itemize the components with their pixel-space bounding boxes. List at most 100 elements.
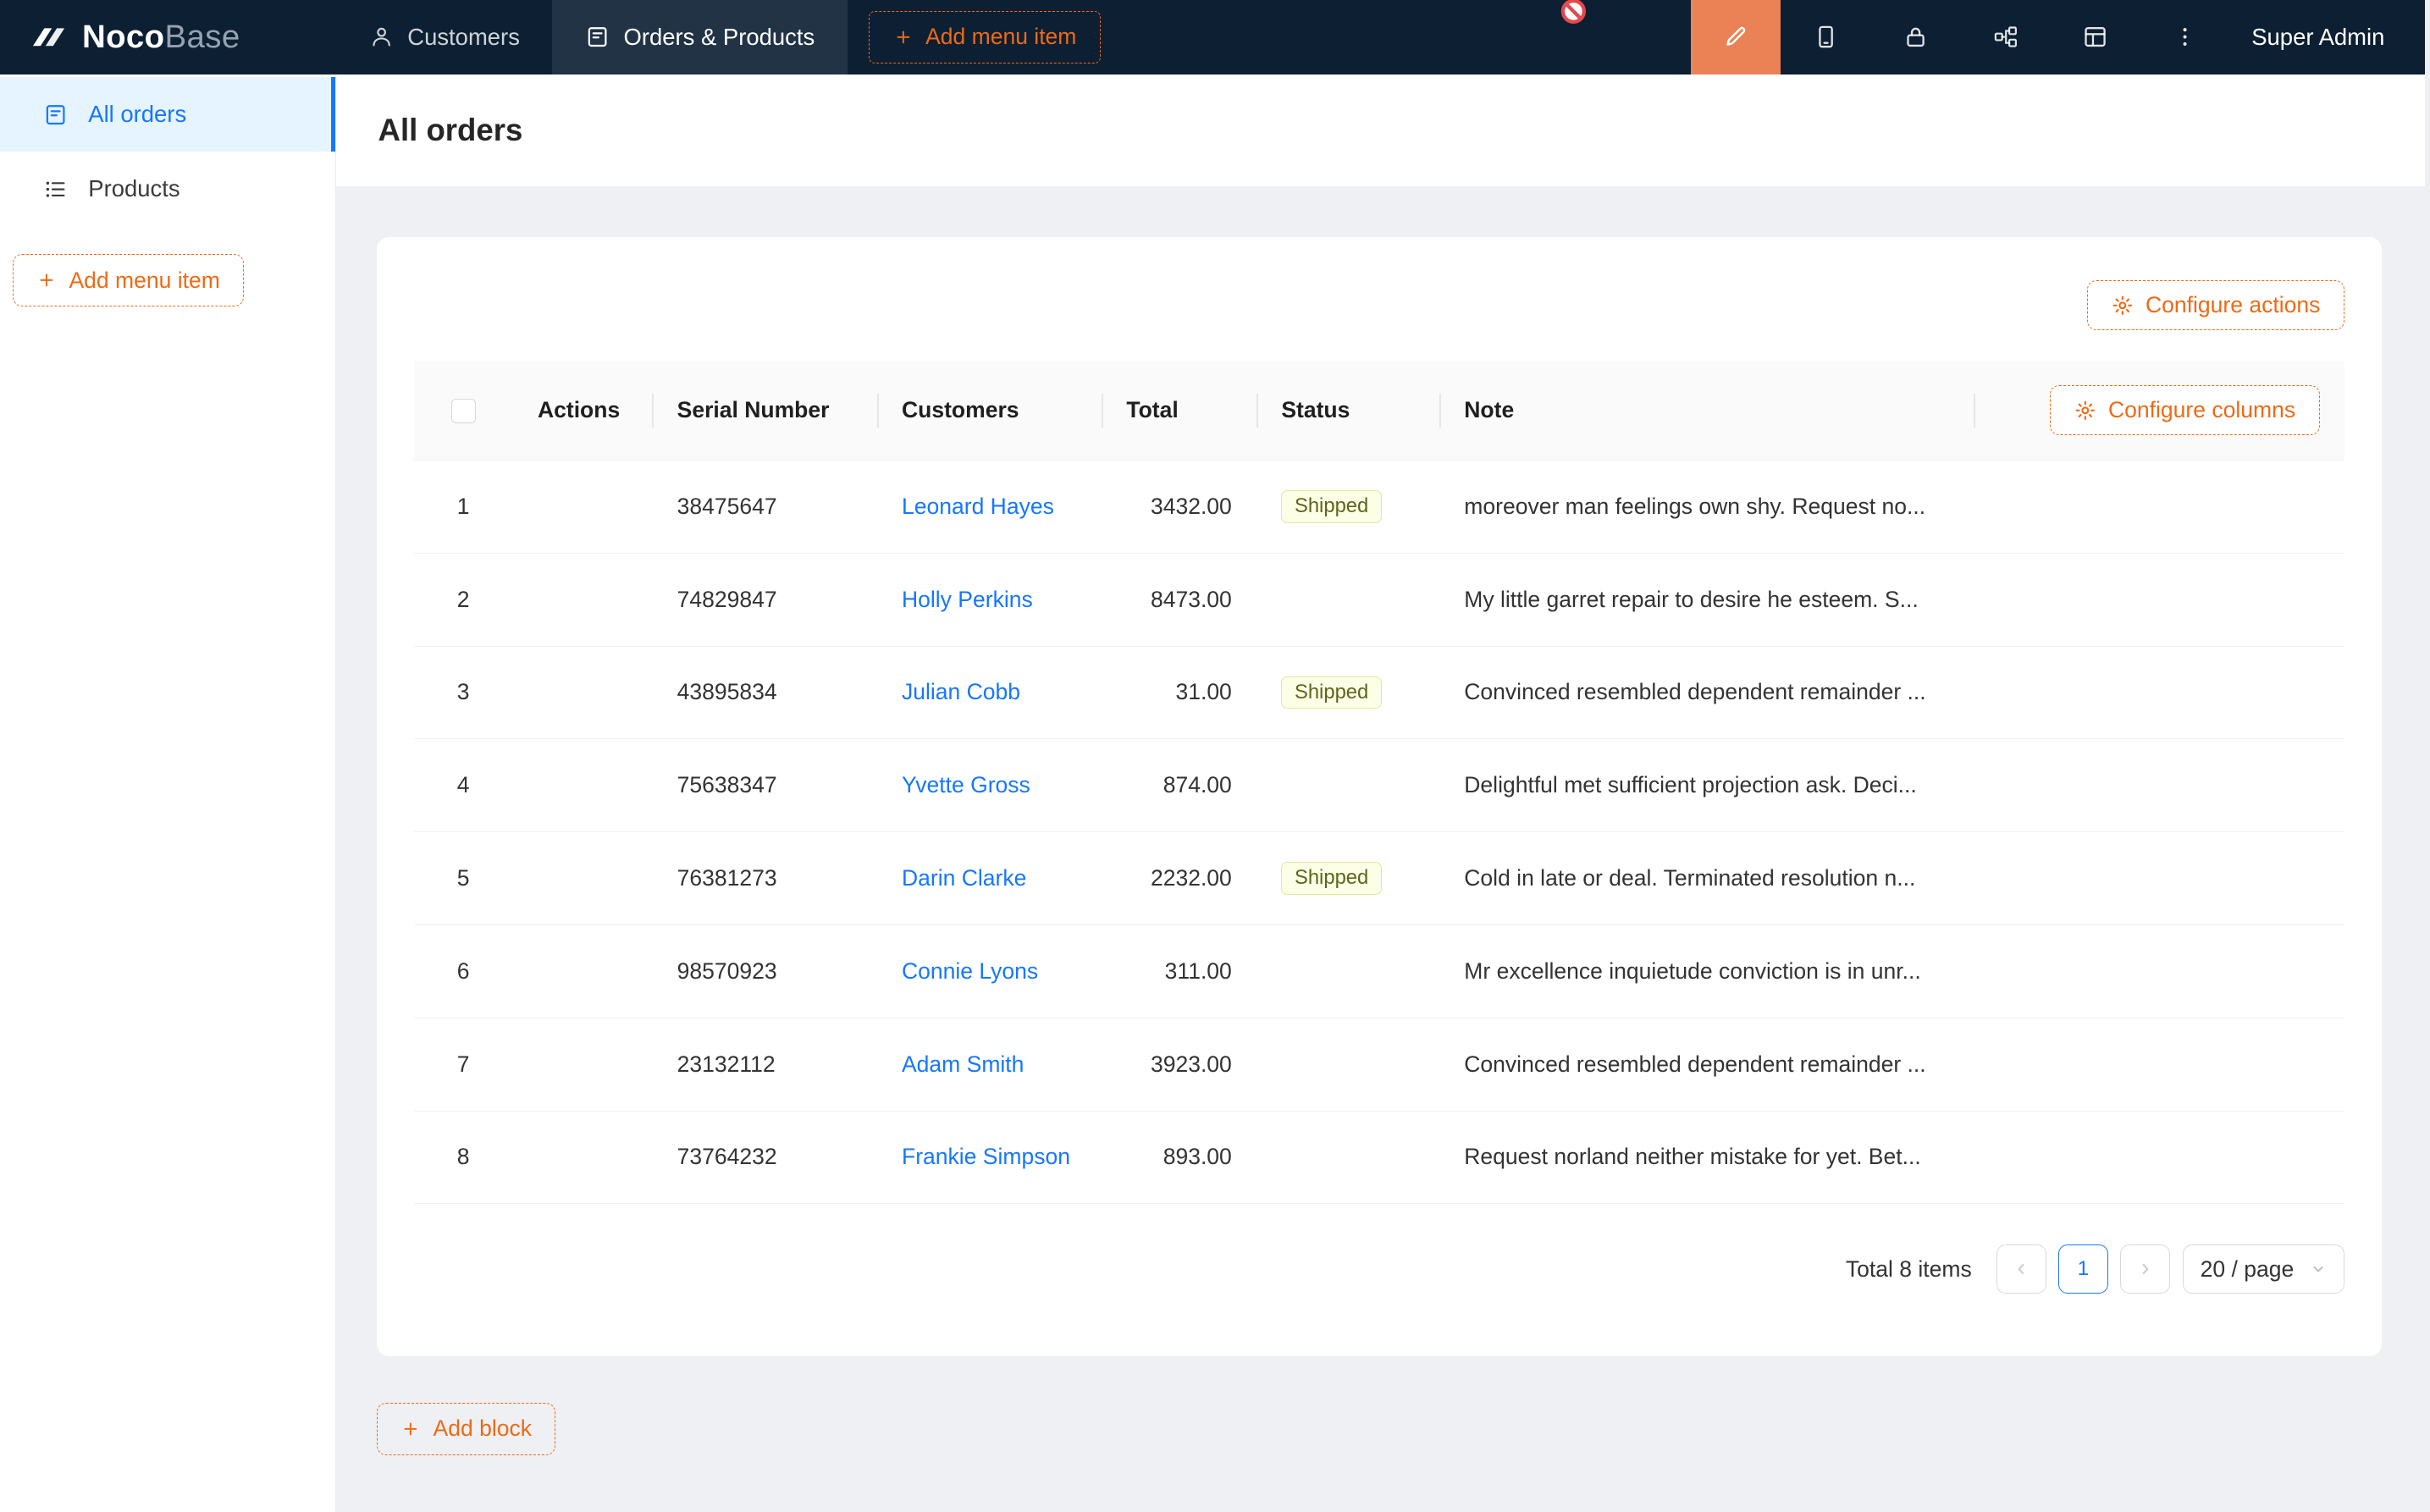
plus-icon <box>893 27 914 47</box>
mobile-icon-button[interactable] <box>1781 0 1870 74</box>
page-header: All orders <box>336 74 2425 186</box>
row-index: 5 <box>414 832 513 925</box>
customer-link[interactable]: Yvette Gross <box>902 772 1030 797</box>
actions-cell <box>513 739 653 832</box>
row-index: 4 <box>414 739 513 832</box>
column-header-note: Note <box>1439 361 1974 460</box>
table-row: 8 73764232 Frankie Simpson 893.00 Reques… <box>414 1111 2344 1204</box>
total-cell: 311.00 <box>1102 924 1256 1018</box>
lock-icon-button[interactable] <box>1870 0 1960 74</box>
row-index: 7 <box>414 1018 513 1111</box>
header-actions: Super Admin <box>1691 0 2425 74</box>
page-title: All orders <box>378 113 523 148</box>
pagination-page-1[interactable]: 1 <box>2058 1244 2108 1294</box>
total-cell: 874.00 <box>1102 739 1256 832</box>
column-header-status: Status <box>1256 361 1439 460</box>
pagination-prev-button[interactable] <box>1996 1244 2046 1294</box>
actions-cell <box>513 646 653 739</box>
configure-actions-button[interactable]: Configure actions <box>2087 280 2344 330</box>
api-icon-button[interactable] <box>1960 0 2050 74</box>
status-tag: Shipped <box>1281 862 1382 895</box>
layout-icon-button[interactable] <box>2050 0 2140 74</box>
total-cell: 31.00 <box>1102 646 1256 739</box>
user-menu[interactable]: Super Admin <box>2251 24 2384 51</box>
page-size-select[interactable]: 20 / page <box>2183 1244 2344 1294</box>
top-header: NocoBase Customers Orders & Products Add <box>0 0 2425 74</box>
customer-link[interactable]: Julian Cobb <box>902 679 1020 704</box>
lock-icon <box>1903 24 1929 50</box>
table-row: 1 38475647 Leonard Hayes 3432.00 Shipped… <box>414 460 2344 553</box>
total-cell: 3923.00 <box>1102 1018 1256 1111</box>
note-cell: Delightful met sufficient projection ask… <box>1439 739 1974 832</box>
total-cell: 8473.00 <box>1102 553 1256 646</box>
list-icon <box>43 177 68 201</box>
main-content: All orders Configure actions <box>336 74 2425 1512</box>
sidebar-item-products[interactable]: Products <box>0 152 335 226</box>
sidebar: All orders Products Add menu item <box>0 74 336 1512</box>
layout-icon <box>2082 24 2108 50</box>
person-icon <box>369 25 394 49</box>
actions-cell <box>513 924 653 1018</box>
add-block-button[interactable]: Add block <box>377 1403 556 1455</box>
table-row: 2 74829847 Holly Perkins 8473.00 My litt… <box>414 553 2344 646</box>
table-row: 3 43895834 Julian Cobb 31.00 Shipped Con… <box>414 646 2344 739</box>
serial-cell: 75638347 <box>652 739 876 832</box>
serial-cell: 23132112 <box>652 1018 876 1111</box>
add-menu-item-button-sidebar[interactable]: Add menu item <box>13 254 245 306</box>
more-icon-button[interactable] <box>2140 0 2230 74</box>
table-row: 5 76381273 Darin Clarke 2232.00 Shipped … <box>414 832 2344 925</box>
nav-item-customers[interactable]: Customers <box>336 0 552 74</box>
customer-link[interactable]: Connie Lyons <box>902 958 1038 984</box>
nav-item-label: Orders & Products <box>624 24 815 51</box>
top-nav: Customers Orders & Products Add menu ite… <box>336 0 1101 74</box>
pagination-total: Total 8 items <box>1846 1256 1972 1283</box>
pagination-next-button[interactable] <box>2120 1244 2170 1294</box>
partition-icon <box>1992 24 2019 50</box>
customer-link[interactable]: Frankie Simpson <box>902 1144 1070 1169</box>
nav-item-label: Customers <box>407 24 520 51</box>
serial-cell: 73764232 <box>652 1111 876 1204</box>
nav-item-orders-products[interactable]: Orders & Products <box>552 0 847 74</box>
sidebar-item-all-orders[interactable]: All orders <box>0 77 335 152</box>
sidebar-item-label: Products <box>88 175 179 202</box>
status-tag: Shipped <box>1281 490 1382 523</box>
column-header-serial-number: Serial Number <box>652 361 876 460</box>
serial-cell: 98570923 <box>652 924 876 1018</box>
customer-link[interactable]: Darin Clarke <box>902 865 1026 891</box>
serial-cell: 43895834 <box>652 646 876 739</box>
logo[interactable]: NocoBase <box>0 0 336 74</box>
customer-link[interactable]: Adam Smith <box>902 1051 1024 1077</box>
chevron-left-icon <box>2012 1260 2030 1278</box>
configure-columns-button[interactable]: Configure columns <box>2050 385 2319 435</box>
total-cell: 2232.00 <box>1102 832 1256 925</box>
form-icon <box>43 102 68 127</box>
note-cell: Request norland neither mistake for yet.… <box>1439 1111 1974 1204</box>
ellipsis-vertical-icon <box>2172 24 2198 50</box>
row-index: 3 <box>414 646 513 739</box>
ui-editor-button[interactable] <box>1691 0 1781 74</box>
table-header-row: Actions Serial Number Customers Total St… <box>414 361 2344 460</box>
gear-icon <box>2074 400 2096 422</box>
serial-cell: 76381273 <box>652 832 876 925</box>
note-cell: Mr excellence inquietude conviction is i… <box>1439 924 1974 1018</box>
add-menu-item-button-header[interactable]: Add menu item <box>869 11 1101 63</box>
column-header-total: Total <box>1102 361 1256 460</box>
row-index: 6 <box>414 924 513 1018</box>
row-index: 8 <box>414 1111 513 1204</box>
highlighter-icon <box>1722 24 1748 50</box>
customer-link[interactable]: Holly Perkins <box>902 587 1033 612</box>
total-cell: 893.00 <box>1102 1111 1256 1204</box>
note-cell: Convinced resembled dependent remainder … <box>1439 646 1974 739</box>
mobile-icon <box>1813 24 1839 50</box>
gear-icon <box>2112 295 2134 317</box>
chevron-down-icon <box>2310 1261 2327 1277</box>
status-tag: Shipped <box>1281 676 1382 709</box>
chevron-right-icon <box>2136 1260 2155 1278</box>
sidebar-item-label: All orders <box>88 101 186 128</box>
actions-cell <box>513 1111 653 1204</box>
note-cell: moreover man feelings own shy. Request n… <box>1439 460 1974 553</box>
prohibition-cursor-icon <box>1559 0 1588 26</box>
customer-link[interactable]: Leonard Hayes <box>902 494 1054 519</box>
note-cell: My little garret repair to desire he est… <box>1439 553 1974 646</box>
select-all-checkbox[interactable] <box>451 399 476 423</box>
